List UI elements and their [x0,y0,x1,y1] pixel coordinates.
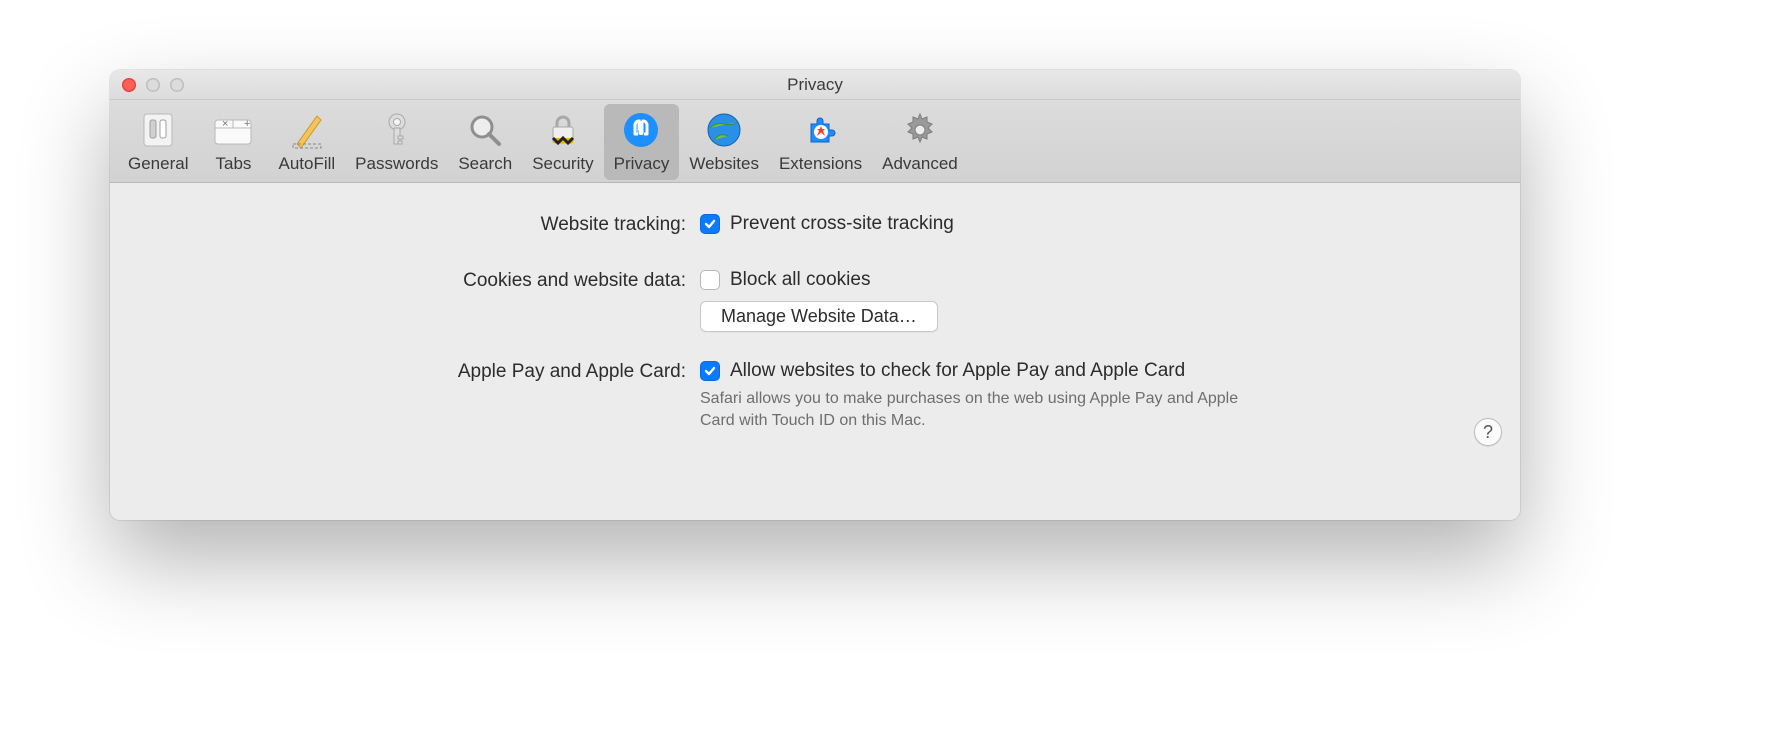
tab-search[interactable]: Search [448,104,522,180]
tab-extensions[interactable]: Extensions [769,104,872,180]
svg-text:×: × [222,118,228,130]
tab-label: Extensions [779,154,862,174]
tab-label: Privacy [614,154,670,174]
tab-privacy[interactable]: Privacy [604,104,680,180]
website-tracking-label: Website tracking: [150,213,700,236]
tab-label: Security [532,154,593,174]
cookies-label: Cookies and website data: [150,269,700,292]
svg-text:+: + [244,118,250,130]
tabs-icon: × + [211,108,255,152]
apple-pay-label: Apple Pay and Apple Card: [150,360,700,383]
privacy-icon [619,108,663,152]
allow-apple-pay-check-label: Allow websites to check for Apple Pay an… [730,360,1185,382]
minimize-window-button[interactable] [146,78,160,92]
close-window-button[interactable] [122,78,136,92]
tab-advanced[interactable]: Advanced [872,104,968,180]
tab-label: Tabs [216,154,252,174]
window-controls [122,78,184,92]
apple-pay-subtext: Safari allows you to make purchases on t… [700,388,1260,432]
security-icon [541,108,585,152]
manage-website-data-button[interactable]: Manage Website Data… [700,301,938,332]
tab-label: AutoFill [278,154,335,174]
tab-label: Websites [689,154,759,174]
block-all-cookies-label: Block all cookies [730,269,870,291]
tab-label: Passwords [355,154,438,174]
tab-autofill[interactable]: AutoFill [268,104,345,180]
websites-icon [702,108,746,152]
tab-tabs[interactable]: × + Tabs [198,104,268,180]
passwords-icon [375,108,419,152]
tab-general[interactable]: General [118,104,198,180]
search-icon [463,108,507,152]
preferences-toolbar: General × + Tabs [110,100,1520,183]
general-icon [136,108,180,152]
block-all-cookies-checkbox[interactable] [700,270,720,290]
tab-passwords[interactable]: Passwords [345,104,448,180]
privacy-pane: Website tracking: Prevent cross-site tra… [110,183,1520,460]
tab-websites[interactable]: Websites [679,104,769,180]
window-title: Privacy [787,75,843,95]
zoom-window-button[interactable] [170,78,184,92]
titlebar: Privacy [110,70,1520,100]
allow-apple-pay-check-checkbox[interactable] [700,361,720,381]
tab-label: General [128,154,188,174]
tab-security[interactable]: Security [522,104,603,180]
tab-label: Search [458,154,512,174]
advanced-icon [898,108,942,152]
extensions-icon [799,108,843,152]
tab-label: Advanced [882,154,958,174]
preferences-window: Privacy General [110,70,1520,520]
help-button[interactable]: ? [1474,418,1502,446]
prevent-cross-site-tracking-label: Prevent cross-site tracking [730,213,954,235]
prevent-cross-site-tracking-checkbox[interactable] [700,214,720,234]
autofill-icon [285,108,329,152]
